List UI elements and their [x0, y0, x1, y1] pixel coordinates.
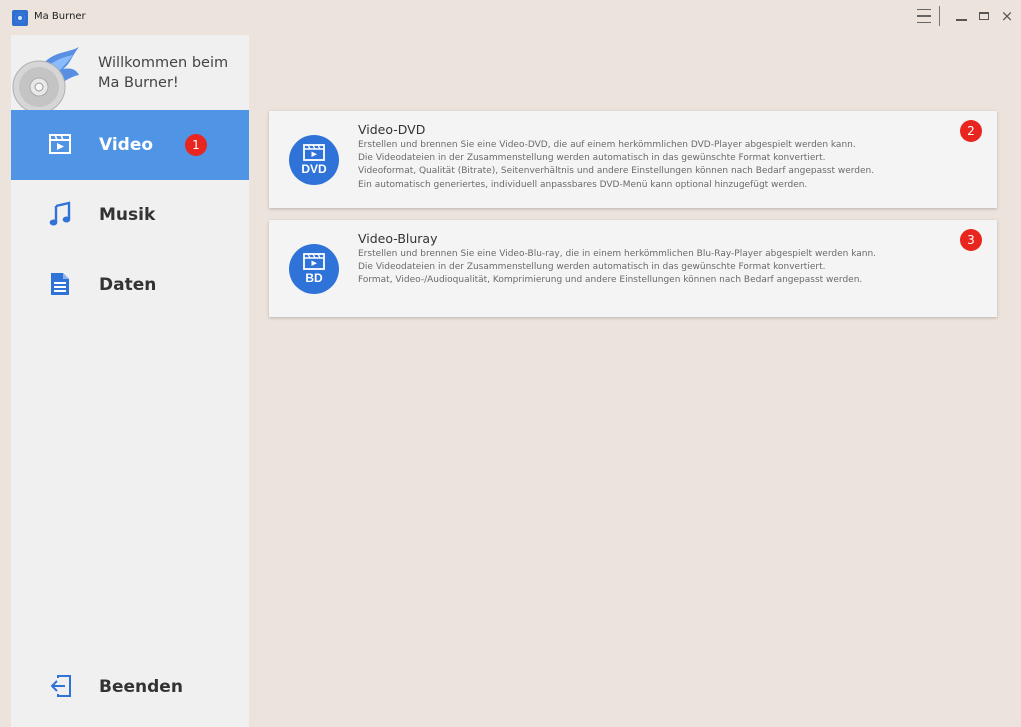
description-line: Format, Video-/Audioqualität, Komprimier… — [358, 275, 863, 286]
video-bluray-card[interactable]: BD Video-Bluray Erstellen und brennen Si… — [269, 220, 997, 317]
sidebar-item-daten[interactable]: Daten — [11, 250, 249, 320]
welcome-header: Willkommen beim Ma Burner! — [11, 35, 249, 114]
music-note-icon — [49, 201, 71, 226]
close-icon[interactable]: × — [996, 6, 1018, 26]
title-bar: Ma Burner × — [0, 0, 1021, 34]
disc-flame-logo-icon — [12, 47, 79, 114]
bd-icon-label: BD — [305, 271, 323, 285]
video-dvd-card[interactable]: DVD Video-DVD Erstellen und brennen Sie … — [269, 111, 997, 208]
app-logo-icon — [12, 10, 28, 26]
hamburger-menu-icon[interactable] — [912, 6, 936, 26]
document-icon — [51, 273, 69, 295]
description-line: Ein automatisch generiertes, individuell… — [358, 179, 808, 190]
window-title: Ma Burner — [34, 11, 86, 22]
description-line: Die Videodateien in der Zusammenstellung… — [358, 153, 826, 164]
dvd-video-icon: DVD — [289, 135, 339, 185]
exit-icon — [50, 675, 71, 697]
welcome-text: Willkommen beim Ma Burner! — [98, 53, 228, 93]
card-title: Video-DVD — [358, 122, 426, 137]
sidebar-item-label: Video — [99, 135, 154, 155]
description-line: Die Videodateien in der Zusammenstellung… — [358, 262, 826, 273]
sidebar-item-video[interactable]: Video 1 — [11, 110, 249, 180]
sidebar: Willkommen beim Ma Burner! Video 1 Musik — [11, 35, 249, 727]
minimize-icon[interactable] — [950, 6, 972, 26]
exit-button[interactable]: Beenden — [11, 652, 249, 722]
description-line: Erstellen und brennen Sie eine Video-Blu… — [358, 249, 877, 259]
bluray-video-icon: BD — [289, 244, 339, 294]
welcome-line-1: Willkommen beim — [98, 55, 229, 71]
video-icon — [49, 134, 71, 154]
sidebar-item-label: Daten — [99, 275, 157, 295]
title-bar-divider — [939, 6, 940, 26]
description-line: Videoformat, Qualität (Bitrate), Seitenv… — [358, 166, 875, 177]
step-badge: 3 — [960, 229, 982, 251]
maximize-icon[interactable] — [973, 6, 995, 26]
description-line: Erstellen und brennen Sie eine Video-DVD… — [358, 140, 856, 150]
step-badge: 2 — [960, 120, 982, 142]
card-description: Erstellen und brennen Sie eine Video-DVD… — [358, 139, 988, 192]
dvd-icon-label: DVD — [301, 162, 327, 176]
sidebar-item-label: Musik — [99, 205, 156, 225]
welcome-line-2: Ma Burner! — [98, 75, 179, 91]
sidebar-item-musik[interactable]: Musik — [11, 180, 249, 250]
exit-label: Beenden — [99, 677, 183, 697]
card-description: Erstellen und brennen Sie eine Video-Blu… — [358, 248, 988, 288]
card-title: Video-Bluray — [358, 231, 438, 246]
step-badge: 1 — [185, 134, 207, 156]
